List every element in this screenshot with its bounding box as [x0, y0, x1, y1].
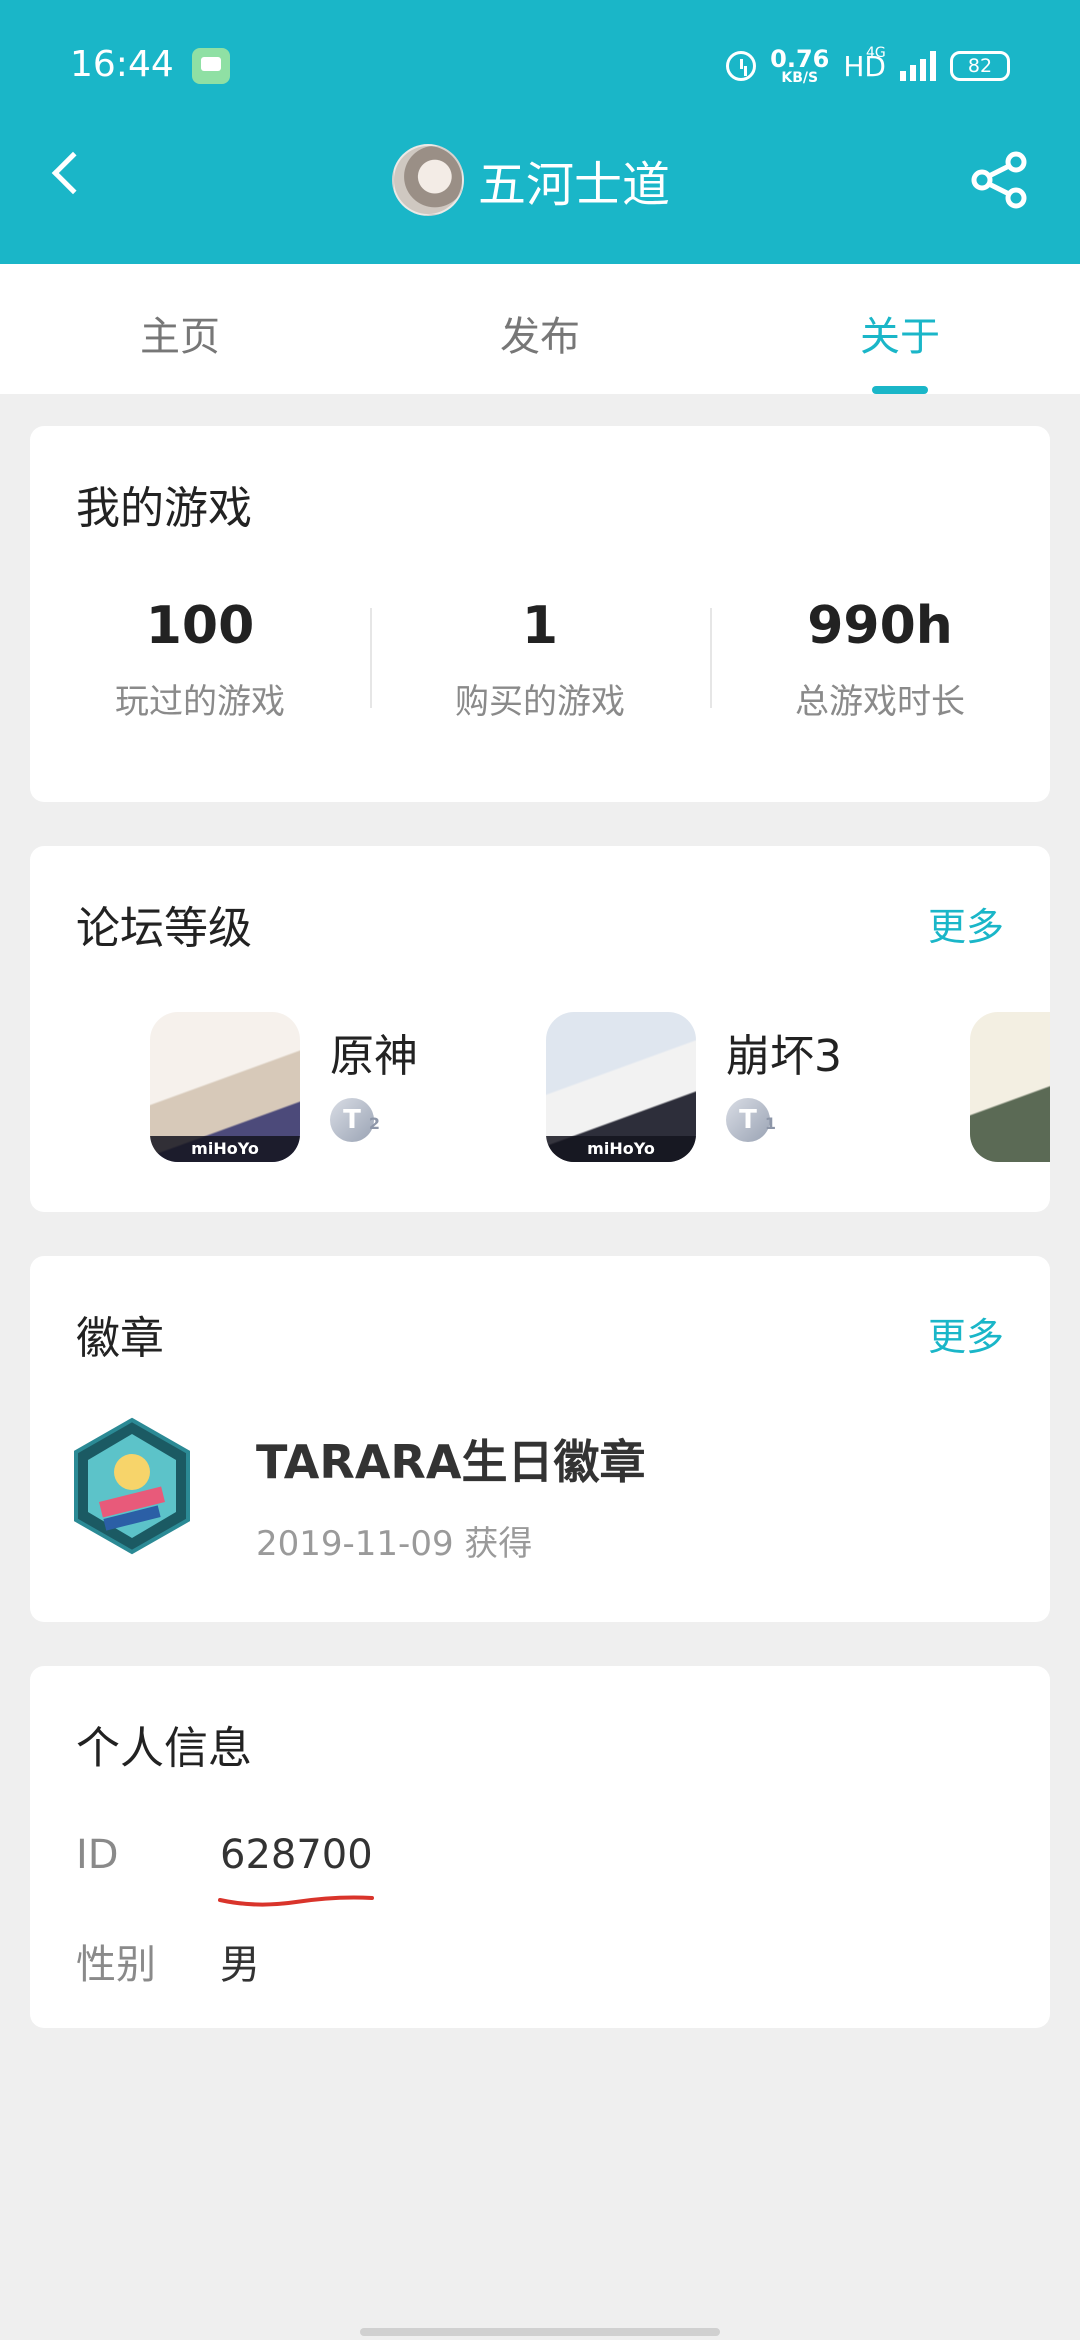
stat-label: 总游戏时长 [795, 682, 965, 722]
stat-purchased-games[interactable]: 1 购买的游戏 [370, 596, 710, 722]
level-badge-icon: T 2 [330, 1098, 380, 1142]
profile-title: 五河士道 [392, 142, 670, 218]
status-time: 16:44 [70, 44, 174, 85]
game-icon [970, 1012, 1050, 1162]
badges-title: 徽章 [76, 1313, 164, 1364]
network-speed: 0.76 KB/S [770, 47, 829, 85]
forum-item-honkai3[interactable]: miHoYo 崩坏3 T 1 [546, 1006, 946, 1166]
forum-item-genshin[interactable]: miHoYo 原神 T 2 [150, 1006, 550, 1166]
home-indicator[interactable] [360, 2328, 720, 2336]
tab-posts[interactable]: 发布 [360, 264, 720, 394]
tab-home[interactable]: 主页 [0, 264, 360, 394]
brand-label: miHoYo [546, 1136, 696, 1162]
badges-more-link[interactable]: 更多 [928, 1306, 1004, 1361]
my-games-card: 我的游戏 100 玩过的游戏 1 购买的游戏 990h 总游戏时长 [30, 426, 1050, 802]
back-icon[interactable] [51, 151, 95, 195]
game-name: 原神 [330, 1031, 418, 1082]
stat-label: 玩过的游戏 [115, 682, 285, 722]
battery-icon: 82 [950, 51, 1010, 81]
badge-name: TARARA生日徽章 [256, 1435, 646, 1489]
forum-level-card: 论坛等级 更多 miHoYo 原神 T 2 miHoYo 崩坏3 T 1 [30, 846, 1050, 1212]
forum-level-title: 论坛等级 [76, 903, 252, 954]
stat-value: 990h [807, 596, 953, 656]
network-speed-value: 0.76 [770, 45, 830, 73]
genshin-game-icon: miHoYo [150, 1012, 300, 1162]
game-name: 崩坏3 [726, 1031, 842, 1082]
profile-tabs: 主页 发布 关于 [0, 264, 1080, 394]
game-stats: 100 玩过的游戏 1 购买的游戏 990h 总游戏时长 [30, 596, 1050, 722]
badge-date: 2019-11-09 获得 [256, 1524, 533, 1564]
stat-played-games[interactable]: 100 玩过的游戏 [30, 596, 370, 722]
stat-value: 1 [521, 596, 559, 656]
badges-card: 徽章 更多 TARARA生日徽章 2019-11-09 获得 [30, 1256, 1050, 1622]
signal-icon: 4G [866, 45, 936, 81]
gender-value: 男 [220, 1942, 260, 1988]
tab-about[interactable]: 关于 [720, 264, 1080, 394]
stat-value: 100 [145, 596, 255, 656]
brand-label: miHoYo [150, 1136, 300, 1162]
top-header: 16:44 0.76 KB/S HD 4G 82 五河士道 [0, 0, 1080, 264]
my-games-title: 我的游戏 [76, 483, 252, 534]
birthday-badge-icon[interactable] [70, 1416, 194, 1556]
level-letter: T [343, 1105, 361, 1135]
status-indicators: 0.76 KB/S HD 4G 82 [726, 44, 1010, 88]
level-letter: T [739, 1105, 757, 1135]
red-underline-annotation [218, 1895, 374, 1907]
forum-level-more-link[interactable]: 更多 [928, 896, 1004, 951]
level-badge-icon: T 1 [726, 1098, 776, 1142]
stat-total-playtime[interactable]: 990h 总游戏时长 [710, 596, 1050, 722]
page-title: 五河士道 [478, 157, 671, 213]
id-value[interactable]: 628700 [220, 1832, 373, 1878]
id-label: ID [76, 1832, 119, 1878]
honkai3-game-icon: miHoYo [546, 1012, 696, 1162]
level-number: 2 [368, 1114, 380, 1133]
alarm-icon [726, 51, 757, 81]
network-speed-unit: KB/S [781, 70, 819, 86]
stat-label: 购买的游戏 [455, 682, 625, 722]
message-notification-icon [192, 48, 230, 84]
share-icon[interactable] [968, 148, 1032, 212]
personal-info-title: 个人信息 [76, 1723, 252, 1774]
status-bar: 16:44 0.76 KB/S HD 4G 82 [0, 0, 1080, 130]
forum-item-partial[interactable] [970, 1006, 1050, 1166]
personal-info-card: 个人信息 ID 628700 性别 男 [30, 1666, 1050, 2028]
gender-label: 性别 [76, 1942, 156, 1988]
forum-level-list[interactable]: miHoYo 原神 T 2 miHoYo 崩坏3 T 1 [30, 1006, 1050, 1166]
level-number: 1 [764, 1114, 776, 1133]
network-type: 4G [866, 45, 886, 61]
avatar[interactable] [392, 144, 464, 216]
